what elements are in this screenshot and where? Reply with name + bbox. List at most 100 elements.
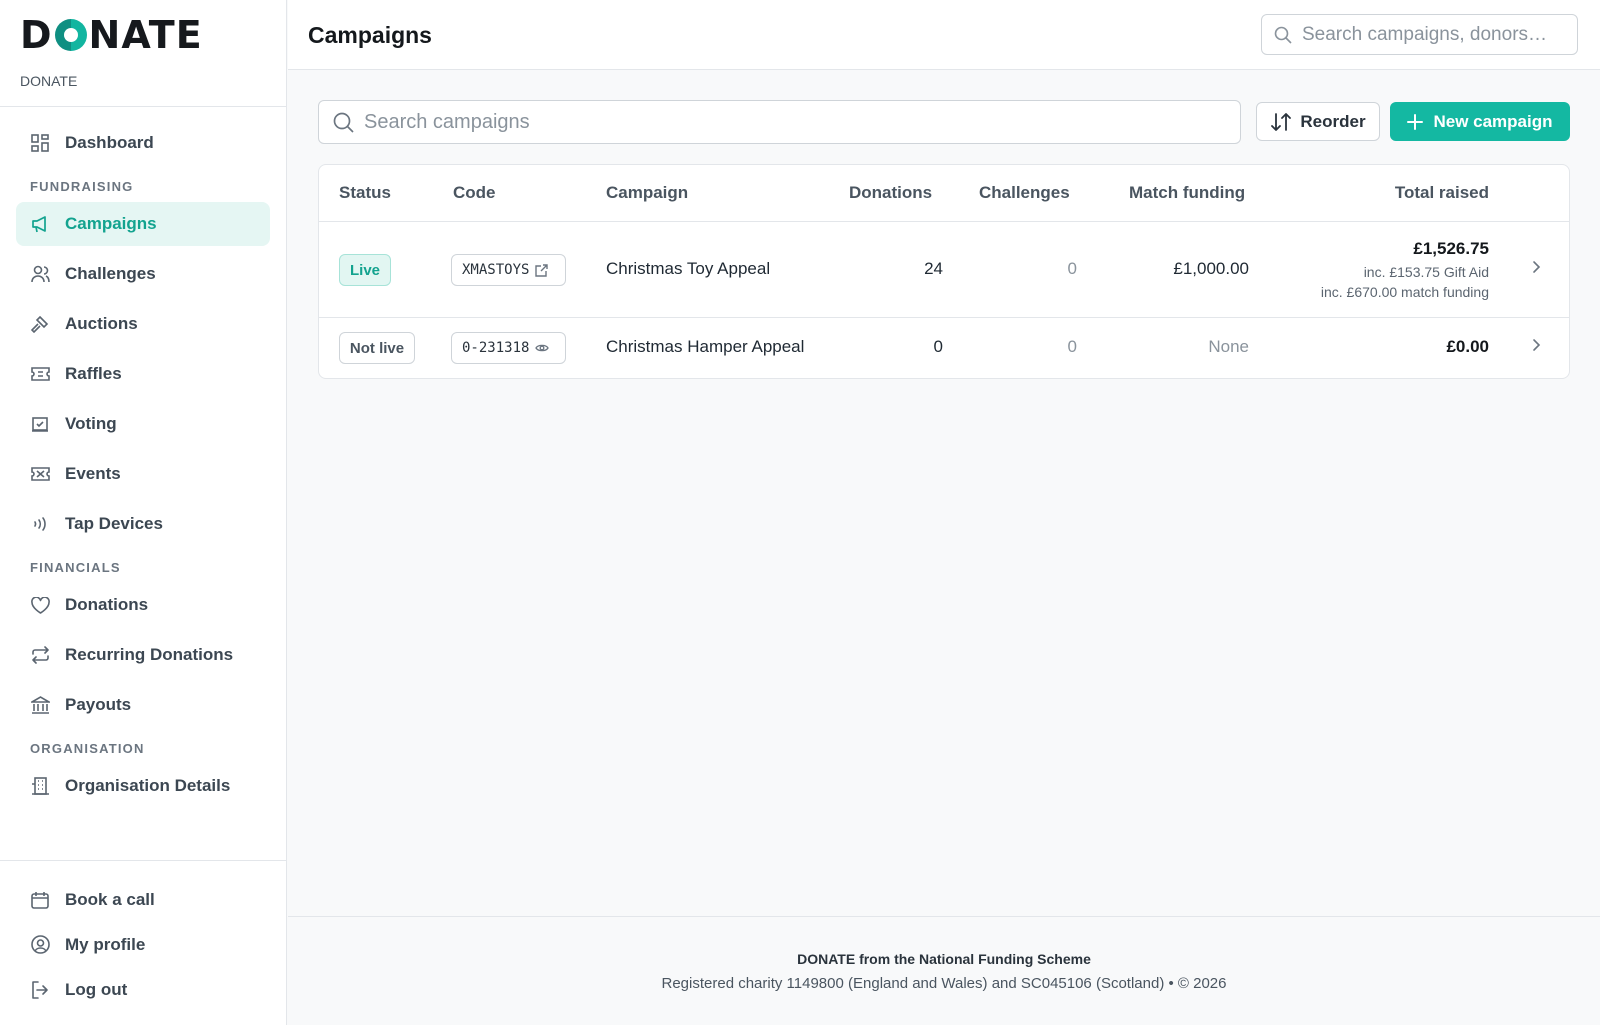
campaign-code[interactable]: XMASTOYS	[451, 254, 566, 286]
column-header-code[interactable]: Code	[453, 183, 496, 203]
search-icon	[333, 112, 354, 133]
campaign-code[interactable]: 0-231318	[451, 332, 566, 364]
table-header: Status Code Campaign Donations Challenge…	[319, 165, 1569, 222]
sidebar-item-label: Voting	[65, 414, 117, 433]
sidebar-item-my-profile[interactable]: My profile	[16, 922, 270, 967]
sidebar-item-dashboard[interactable]: Dashboard	[16, 121, 270, 165]
sidebar-item-raffles[interactable]: Raffles	[16, 352, 270, 396]
match-funding-note: inc. £670.00 match funding	[1320, 284, 1489, 300]
section-organisation: ORGANISATION	[30, 741, 145, 756]
match-funding-value: None	[1208, 337, 1249, 356]
campaign-name[interactable]: Christmas Toy Appeal	[606, 259, 770, 279]
sidebar-item-payouts[interactable]: Payouts	[16, 683, 270, 727]
gift-aid-note: inc. £153.75 Gift Aid	[1363, 264, 1489, 280]
sidebar: D NATE DONATE Dashboard FUNDRAISING Campa…	[0, 0, 287, 1025]
sidebar-item-tap-devices[interactable]: Tap Devices	[16, 502, 270, 546]
campaign-search-input[interactable]: Search campaigns	[318, 100, 1241, 144]
sidebar-item-auctions[interactable]: Auctions	[16, 302, 270, 346]
table-row[interactable]: Live XMASTOYS Christmas Toy Appeal 24 0 …	[319, 222, 1569, 318]
table-row[interactable]: Not live 0-231318 Christmas Hamper Appea…	[319, 318, 1569, 378]
sidebar-item-label: Book a call	[65, 889, 155, 909]
column-header-donations[interactable]: Donations	[849, 183, 932, 203]
page-title: Campaigns	[308, 22, 432, 48]
sidebar-item-label: My profile	[65, 934, 146, 954]
sidebar-item-label: Raffles	[65, 364, 122, 383]
sidebar-item-donations[interactable]: Donations	[16, 583, 270, 627]
global-search-input[interactable]: Search campaigns, donors…	[1261, 14, 1578, 55]
brand: D NATE DONATE	[0, 0, 286, 107]
campaign-code-text: 0-231318	[462, 340, 530, 356]
chevron-right-icon[interactable]	[1532, 338, 1541, 352]
match-funding-value: £1,000.00	[1173, 259, 1249, 278]
footer: DONATE from the National Funding Scheme …	[288, 916, 1600, 1025]
section-financials: FINANCIALS	[30, 560, 121, 575]
chevron-right-icon[interactable]	[1532, 260, 1541, 274]
sidebar-item-label: Campaigns	[65, 214, 157, 233]
campaign-search-placeholder: Search campaigns	[364, 110, 530, 133]
section-fundraising: FUNDRAISING	[30, 179, 134, 194]
plus-icon	[1407, 113, 1424, 130]
eye-icon[interactable]	[535, 343, 550, 353]
sidebar-item-log-out[interactable]: Log out	[16, 967, 270, 1012]
bank-icon	[30, 695, 50, 715]
sidebar-item-book-a-call[interactable]: Book a call	[16, 877, 270, 922]
new-campaign-button[interactable]: New campaign	[1390, 102, 1570, 141]
footer-legal: Registered charity 1149800 (England and …	[661, 975, 1227, 992]
ticket-icon	[30, 464, 50, 484]
new-campaign-label: New campaign	[1433, 111, 1553, 131]
sidebar-item-label: Donations	[65, 595, 149, 614]
reorder-button[interactable]: Reorder	[1256, 102, 1380, 141]
calendar-icon	[30, 890, 50, 910]
total-raised-value: £1,526.75	[1413, 239, 1489, 258]
column-header-match-funding[interactable]: Match funding	[1129, 183, 1245, 203]
building-icon	[30, 776, 50, 796]
footer-title: DONATE from the National Funding Scheme	[797, 951, 1091, 967]
global-search-placeholder: Search campaigns, donors…	[1302, 23, 1548, 45]
sort-arrows-icon	[1270, 112, 1292, 132]
user-circle-icon	[30, 935, 50, 955]
sidebar-item-label: Payouts	[65, 695, 132, 714]
challenges-count: 0	[1067, 337, 1077, 356]
sidebar-item-events[interactable]: Events	[16, 452, 270, 496]
sidebar-nav: Dashboard FUNDRAISING Campaigns Challeng…	[0, 107, 286, 808]
column-header-total-raised[interactable]: Total raised	[1395, 183, 1489, 203]
campaign-name[interactable]: Christmas Hamper Appeal	[606, 337, 804, 357]
sidebar-item-voting[interactable]: Voting	[16, 402, 270, 446]
campaigns-table: Status Code Campaign Donations Challenge…	[318, 164, 1570, 379]
status-badge: Live	[339, 254, 391, 286]
sidebar-item-label: Events	[65, 464, 121, 483]
sidebar-item-label: Organisation Details	[65, 776, 231, 795]
column-header-campaign[interactable]: Campaign	[606, 183, 688, 203]
column-header-status[interactable]: Status	[339, 183, 391, 203]
users-icon	[30, 264, 50, 284]
repeat-icon	[30, 645, 50, 665]
sidebar-item-label: Challenges	[65, 264, 156, 283]
external-link-icon[interactable]	[535, 263, 549, 277]
log-out-icon	[30, 980, 50, 1000]
ballot-box-icon	[30, 414, 50, 434]
donations-count: 24	[924, 259, 943, 278]
top-bar: Campaigns Search campaigns, donors…	[288, 0, 1600, 70]
contactless-icon	[30, 514, 50, 534]
logo[interactable]: D NATE	[20, 16, 266, 54]
megaphone-icon	[30, 214, 50, 234]
heart-icon	[30, 595, 50, 615]
status-badge: Not live	[339, 332, 415, 364]
sidebar-item-organisation-details[interactable]: Organisation Details	[16, 764, 270, 808]
sidebar-item-label: Auctions	[65, 314, 138, 333]
sidebar-item-label: Tap Devices	[65, 514, 163, 533]
brand-subtitle: DONATE	[20, 73, 78, 89]
reorder-label: Reorder	[1300, 111, 1366, 131]
search-icon	[1274, 26, 1292, 44]
sidebar-item-label: Dashboard	[65, 133, 154, 152]
sidebar-bottom-nav: Book a call My profile Log out	[0, 860, 286, 1012]
sidebar-item-label: Recurring Donations	[65, 645, 234, 664]
dashboard-icon	[30, 133, 50, 153]
challenges-count: 0	[1067, 259, 1077, 278]
gavel-icon	[30, 314, 50, 334]
sidebar-item-challenges[interactable]: Challenges	[16, 252, 270, 296]
sidebar-item-recurring-donations[interactable]: Recurring Donations	[16, 633, 270, 677]
donations-count: 0	[933, 337, 943, 356]
column-header-challenges[interactable]: Challenges	[979, 183, 1070, 203]
sidebar-item-campaigns[interactable]: Campaigns	[16, 202, 270, 246]
